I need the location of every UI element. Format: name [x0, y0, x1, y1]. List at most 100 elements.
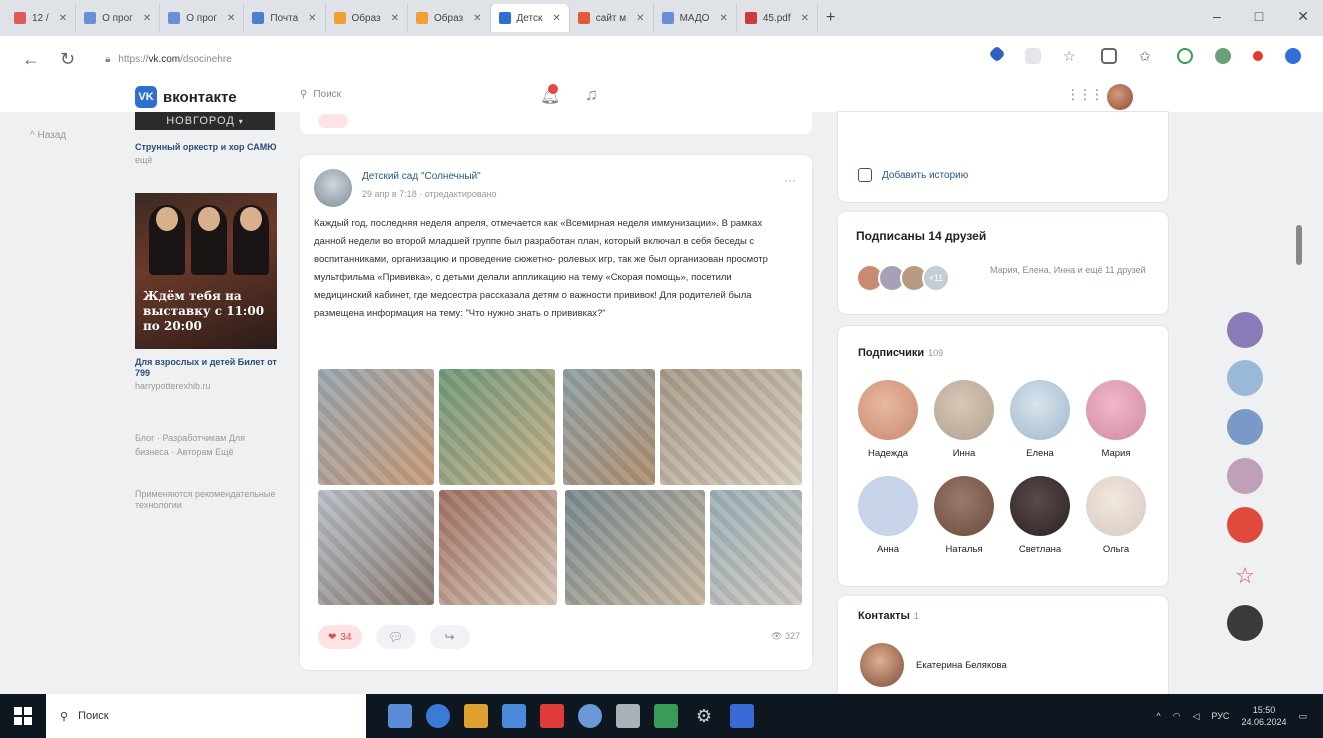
subscriber-item[interactable]: Надежда — [853, 380, 923, 459]
like-button[interactable] — [318, 114, 348, 128]
file-explorer-icon[interactable] — [464, 704, 488, 728]
subscriber-item[interactable]: Светлана — [1005, 476, 1075, 555]
yandex-icon[interactable] — [540, 704, 564, 728]
add-story-button[interactable]: Добавить историю — [858, 168, 968, 182]
copilot-icon[interactable] — [1285, 48, 1301, 64]
group-avatar[interactable] — [314, 169, 352, 207]
split-screen-icon[interactable] — [1101, 48, 1117, 64]
mail-icon[interactable] — [502, 704, 526, 728]
scrollbar[interactable] — [1296, 225, 1302, 265]
maximize-button[interactable]: □ — [1255, 8, 1263, 25]
post-author[interactable]: Детский сад "Солнечный" — [362, 171, 481, 182]
close-icon[interactable]: ✕ — [719, 13, 727, 24]
back-arrow-icon[interactable]: ← — [22, 49, 40, 70]
tab-1[interactable]: О прог ✕ — [76, 4, 161, 32]
novgorod-banner[interactable]: НОВГОРОД ▾ — [135, 112, 275, 130]
close-icon[interactable]: ✕ — [473, 13, 481, 24]
back-link[interactable]: ^ Назад — [30, 130, 66, 141]
record-icon[interactable] — [1253, 51, 1263, 61]
excel-icon[interactable] — [654, 704, 678, 728]
settings-gear-icon[interactable]: ⚙ — [692, 704, 716, 728]
vk-logo[interactable]: VK вконтакте — [135, 86, 237, 108]
reload-icon[interactable]: ↻ — [60, 49, 75, 70]
calculator-icon[interactable] — [616, 704, 640, 728]
language-indicator[interactable]: РУС — [1211, 711, 1229, 721]
subscriber-item[interactable]: Инна — [929, 380, 999, 459]
close-icon[interactable]: ✕ — [801, 13, 809, 24]
close-icon[interactable]: ✕ — [143, 13, 151, 24]
share-button[interactable]: ↪ — [429, 625, 470, 649]
tab-7[interactable]: сайт м ✕ — [570, 4, 654, 32]
subscriber-item[interactable]: Наталья — [929, 476, 999, 555]
comment-button[interactable]: 💬︎ — [375, 625, 416, 649]
post-photo[interactable] — [439, 369, 555, 485]
tab-2[interactable]: О прог ✕ — [160, 4, 245, 32]
chat-bubble[interactable] — [1227, 458, 1263, 494]
task-view-icon[interactable] — [388, 704, 412, 728]
friends-avatars[interactable]: +11 — [856, 264, 950, 292]
collections-icon[interactable] — [1177, 48, 1193, 64]
start-button[interactable] — [0, 694, 46, 738]
post-photo[interactable] — [318, 490, 434, 605]
subscriber-item[interactable]: Анна — [853, 476, 923, 555]
tag-icon[interactable] — [988, 45, 1006, 63]
volume-icon[interactable]: ◁ — [1192, 711, 1199, 722]
item1-title[interactable]: Струнный оркестр и хор САМЮ — [135, 142, 280, 153]
key-icon[interactable] — [1025, 48, 1041, 64]
clock[interactable]: 15:50 24.06.2024 — [1241, 704, 1286, 728]
chat-bubble[interactable] — [1227, 360, 1263, 396]
tab-8[interactable]: МАДО ✕ — [654, 4, 737, 32]
friends-title[interactable]: Подписаны 14 друзей — [856, 229, 986, 243]
ad-poster[interactable]: Ждём тебя на выставку с 11:00 по 20:00 — [135, 193, 277, 349]
subscribers-title[interactable]: Подписчики 109 — [858, 347, 943, 359]
friends-names[interactable]: Мария, Елена, Инна и ещё 11 друзей — [990, 264, 1150, 276]
notification-center-icon[interactable]: ▭ — [1298, 711, 1307, 722]
post-photo[interactable] — [563, 369, 655, 485]
close-icon[interactable]: ✕ — [308, 13, 316, 24]
post-photo[interactable] — [318, 369, 434, 485]
footer-links[interactable]: Блог · Разработчикам Для бизнеса · Автор… — [135, 431, 280, 459]
word-icon[interactable] — [730, 704, 754, 728]
tab-3[interactable]: Почта ✕ — [244, 4, 326, 32]
post-photo[interactable] — [660, 369, 802, 485]
wifi-icon[interactable]: ◠ — [1173, 711, 1181, 722]
favorites-star-icon[interactable]: ☆ — [1227, 558, 1263, 594]
recommendation-note[interactable]: Применяются рекомендательные технологии — [135, 489, 280, 511]
contact-item[interactable]: Екатерина Белякова — [860, 643, 1007, 687]
close-window-button[interactable]: ✕ — [1297, 8, 1309, 25]
url-field[interactable]: 🔒︎ https://vk.com/dsocinehre — [105, 54, 232, 65]
minimize-button[interactable]: – — [1213, 8, 1221, 25]
subscriber-item[interactable]: Елена — [1005, 380, 1075, 459]
contacts-title[interactable]: Контакты 1 — [858, 610, 919, 622]
close-icon[interactable]: ✕ — [552, 13, 560, 24]
extensions-icon[interactable] — [1215, 48, 1231, 64]
subscriber-item[interactable]: Ольга — [1081, 476, 1151, 555]
close-icon[interactable]: ✕ — [391, 13, 399, 24]
post-photo[interactable] — [710, 490, 802, 605]
favorites-icon[interactable]: ✩ — [1139, 48, 1155, 64]
browser-icon[interactable] — [578, 704, 602, 728]
more-options-icon[interactable]: ··· — [784, 173, 796, 187]
taskbar-search[interactable]: ⚲ Поиск — [46, 694, 366, 738]
apps-grid-icon[interactable]: ⋮⋮⋮ — [1066, 86, 1104, 103]
tab-0[interactable]: 12 / ✕ — [6, 4, 77, 32]
post-photo[interactable] — [565, 490, 705, 605]
tab-9[interactable]: 45.pdf ✕ — [737, 4, 819, 32]
tab-4[interactable]: Образ ✕ — [326, 4, 409, 32]
ad-title[interactable]: Для взрослых и детей Билет от 799 — [135, 357, 280, 379]
music-icon[interactable]: ♫ — [585, 85, 598, 105]
new-tab-button[interactable]: + — [818, 4, 843, 32]
chat-bubble[interactable] — [1227, 507, 1263, 543]
close-icon[interactable]: ✕ — [227, 13, 235, 24]
chevron-up-icon[interactable]: ^ — [1156, 711, 1160, 721]
close-icon[interactable]: ✕ — [636, 13, 644, 24]
notifications-bell-icon[interactable]: 🔔︎ — [540, 84, 560, 106]
like-button[interactable]: ❤ 34 — [318, 625, 362, 649]
close-icon[interactable]: ✕ — [59, 13, 67, 24]
user-avatar[interactable] — [1107, 84, 1133, 110]
tab-5[interactable]: Образ ✕ — [408, 4, 491, 32]
subscriber-item[interactable]: Мария — [1081, 380, 1151, 459]
search-input[interactable]: ⚲ Поиск — [300, 89, 341, 100]
chat-bubble[interactable] — [1227, 409, 1263, 445]
post-photo[interactable] — [439, 490, 557, 605]
